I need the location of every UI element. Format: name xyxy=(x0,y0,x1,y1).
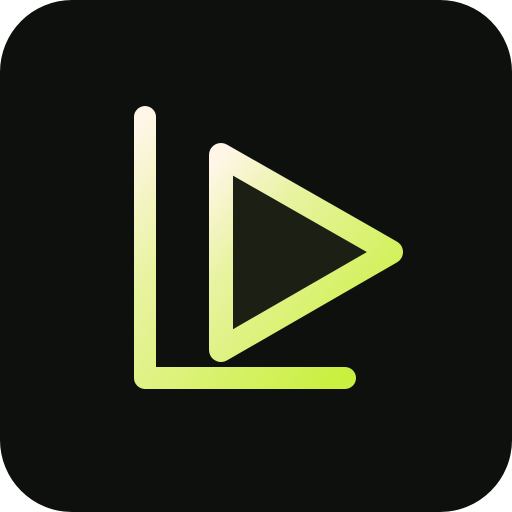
app-icon xyxy=(0,0,512,512)
play-logo-icon xyxy=(0,0,512,512)
